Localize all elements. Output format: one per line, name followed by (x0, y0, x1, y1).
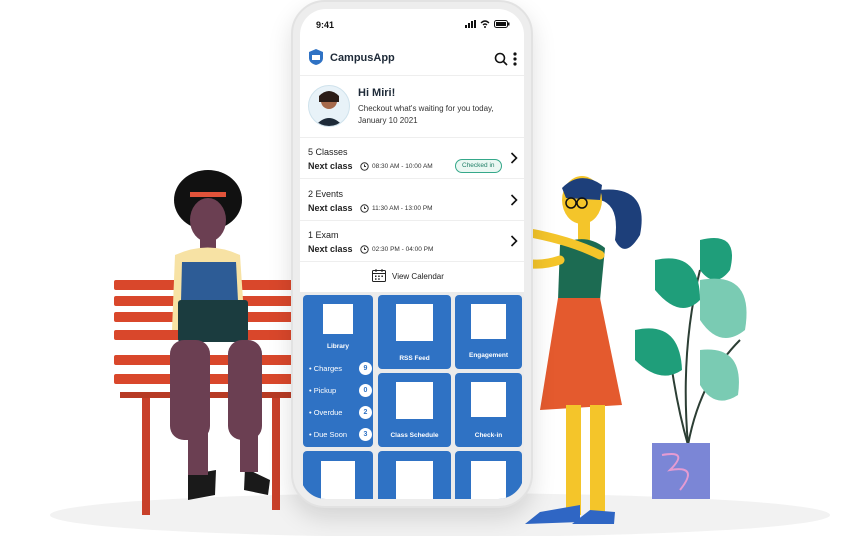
phone-frame: 9:41 CampusApp Hi Miri! Checkout what's … (291, 0, 533, 508)
bottom-tile-image (396, 461, 433, 499)
services-grid: Library • Charges 9 • Pickup 0 • Overdue… (300, 292, 524, 499)
next-class-time: 11:30 AM - 13:00 PM (372, 205, 433, 212)
library-item-charges[interactable]: • Charges 9 (309, 362, 373, 376)
next-class-time: 08:30 AM - 10:00 AM (372, 163, 433, 170)
greeting-card: Hi Miri! Checkout what's waiting for you… (300, 75, 524, 138)
chevron-right-icon[interactable] (510, 152, 518, 164)
class-schedule-label: Class Schedule (390, 432, 439, 439)
schedule-title: 2 Events (308, 189, 344, 199)
next-class-time: 02:30 PM - 04:00 PM (372, 246, 434, 253)
library-item-label: • Pickup (309, 386, 337, 395)
rss-feed-image (396, 304, 433, 341)
app-title: CampusApp (330, 52, 395, 64)
engagement-tile[interactable]: Engagement (455, 295, 522, 369)
class-schedule-image (396, 382, 433, 419)
schedule-row-classes[interactable]: 5 Classes Next class 08:30 AM - 10:00 AM… (300, 137, 524, 179)
status-icons (465, 20, 510, 28)
library-item-label: • Due Soon (309, 430, 348, 439)
battery-icon (494, 20, 510, 28)
rss-feed-label: RSS Feed (399, 355, 430, 362)
next-class-label: Next class (308, 161, 353, 171)
chevron-right-icon[interactable] (510, 235, 518, 247)
schedule-title: 1 Exam (308, 230, 339, 240)
bottom-tile-image (471, 461, 506, 499)
status-bar: 9:41 (300, 9, 524, 39)
clock-icon (360, 245, 369, 254)
app-header: CampusApp (300, 39, 524, 76)
bottom-tile-2[interactable] (378, 451, 451, 499)
bottom-tile-image (321, 461, 355, 499)
view-calendar-button[interactable]: View Calendar (300, 262, 524, 290)
checked-in-badge: Checked in (455, 159, 502, 173)
bottom-tile-3[interactable] (455, 451, 522, 499)
schedule-row-exam[interactable]: 1 Exam Next class 02:30 PM - 04:00 PM (300, 220, 524, 262)
chevron-right-icon[interactable] (510, 194, 518, 206)
check-in-image (471, 382, 506, 417)
library-item-label: • Overdue (309, 408, 343, 417)
library-image (323, 304, 353, 334)
user-photo (315, 91, 343, 126)
status-time: 9:41 (316, 20, 335, 30)
avatar (308, 85, 350, 127)
library-item-count: 0 (359, 384, 372, 397)
schedule-row-events[interactable]: 2 Events Next class 11:30 AM - 13:00 PM (300, 179, 524, 221)
greeting-title: Hi Miri! (358, 87, 396, 99)
greeting-message: Checkout what's waiting for you today, J… (358, 104, 494, 125)
calendar-icon (372, 269, 386, 282)
class-schedule-tile[interactable]: Class Schedule (378, 373, 451, 447)
library-item-count: 3 (359, 428, 372, 441)
library-item-pickup[interactable]: • Pickup 0 (309, 384, 373, 398)
engagement-image (471, 304, 506, 339)
engagement-label: Engagement (468, 352, 508, 359)
phone-screen: 9:41 CampusApp Hi Miri! Checkout what's … (300, 9, 524, 499)
next-class-label: Next class (308, 203, 353, 213)
library-item-due-soon[interactable]: • Due Soon 3 (309, 428, 373, 442)
library-item-label: • Charges (309, 364, 343, 373)
bottom-tile-1[interactable] (303, 451, 373, 499)
schedule-title: 5 Classes (308, 147, 348, 157)
next-class-label: Next class (308, 244, 353, 254)
library-item-count: 9 (359, 362, 372, 375)
search-icon[interactable] (494, 52, 508, 66)
campus-logo-icon (309, 49, 323, 65)
signal-icon (465, 20, 476, 28)
view-calendar-label: View Calendar (392, 272, 444, 281)
library-item-count: 2 (359, 406, 372, 419)
clock-icon (360, 204, 369, 213)
check-in-tile[interactable]: Check-in (455, 373, 522, 447)
plant-illustration (635, 238, 747, 499)
library-item-overdue[interactable]: • Overdue 2 (309, 406, 373, 420)
more-options-icon[interactable] (512, 51, 518, 67)
library-label: Library (326, 343, 350, 350)
clock-icon (360, 162, 369, 171)
rss-feed-tile[interactable]: RSS Feed (378, 295, 451, 369)
wifi-icon (480, 20, 490, 28)
library-tile[interactable]: Library • Charges 9 • Pickup 0 • Overdue… (303, 295, 373, 447)
check-in-label: Check-in (474, 432, 503, 439)
